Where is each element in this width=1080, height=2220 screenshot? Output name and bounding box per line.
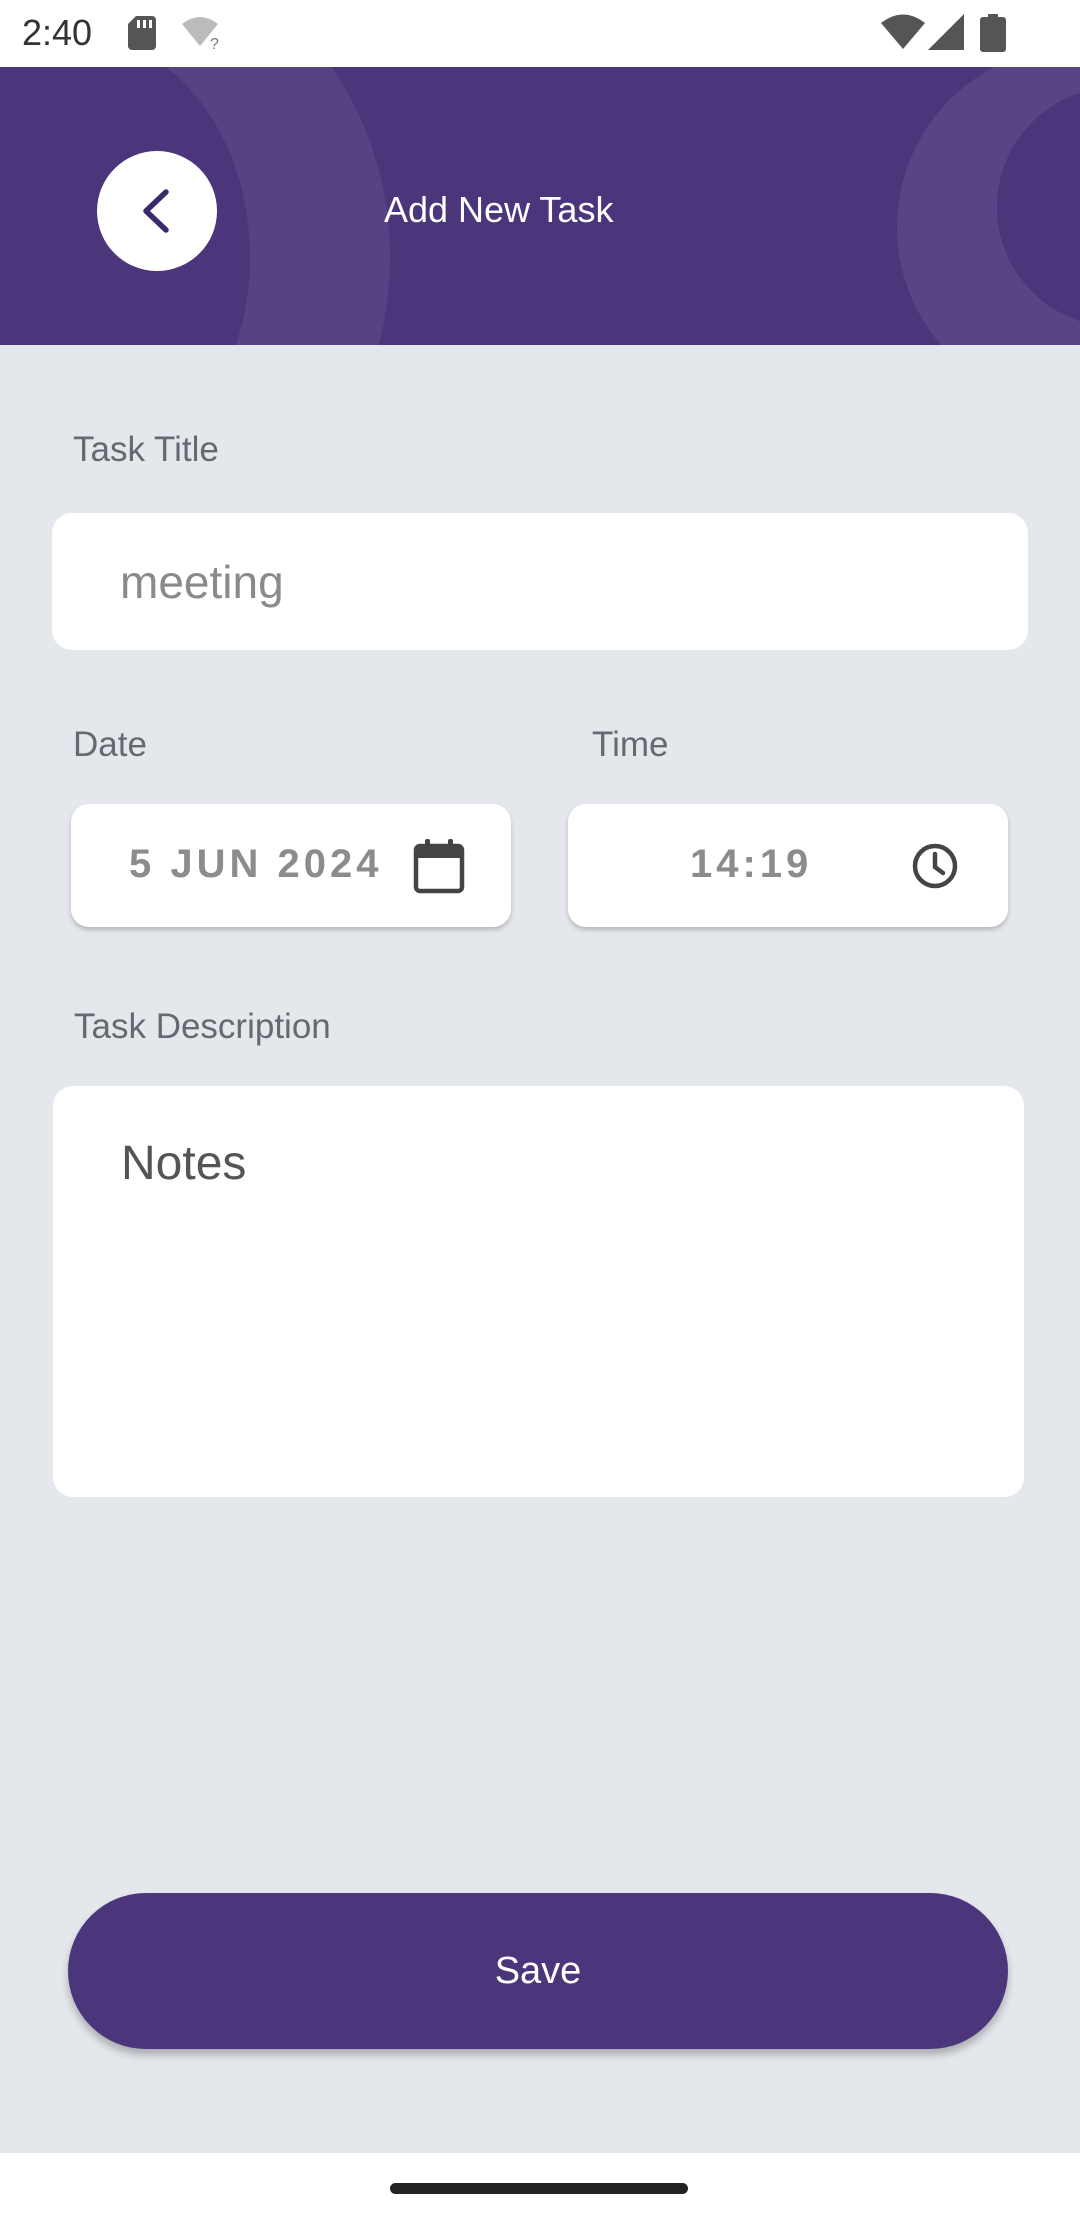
home-indicator[interactable] — [390, 2183, 688, 2194]
save-button[interactable]: Save — [68, 1893, 1008, 2049]
task-description-input[interactable] — [53, 1086, 1024, 1497]
time-label: Time — [592, 725, 669, 764]
clock-icon[interactable] — [910, 841, 960, 891]
wifi-unknown-icon: ? — [182, 17, 219, 50]
time-value: 14:19 — [690, 842, 813, 886]
svg-text:?: ? — [210, 36, 219, 50]
navigation-bar — [0, 2153, 1080, 2220]
wifi-icon — [881, 14, 925, 49]
chevron-left-icon — [143, 189, 169, 233]
battery-icon — [980, 14, 1006, 52]
status-time: 2:40 — [22, 12, 93, 53]
date-value: 5 JUN 2024 — [129, 842, 383, 886]
task-title-label: Task Title — [73, 430, 219, 469]
calendar-icon[interactable] — [413, 838, 465, 894]
page-title: Add New Task — [384, 189, 614, 230]
status-bar: 2:40 ? — [0, 0, 1080, 67]
date-label: Date — [73, 725, 147, 764]
sd-card-icon — [128, 16, 156, 50]
date-picker-field[interactable]: 5 JUN 2024 — [71, 804, 511, 927]
back-button[interactable] — [97, 151, 217, 271]
app-header: Add New Task — [0, 67, 1080, 345]
task-title-input[interactable] — [52, 513, 1028, 650]
task-description-label: Task Description — [74, 1007, 331, 1046]
time-picker-field[interactable]: 14:19 — [568, 804, 1008, 927]
signal-icon — [928, 14, 964, 50]
